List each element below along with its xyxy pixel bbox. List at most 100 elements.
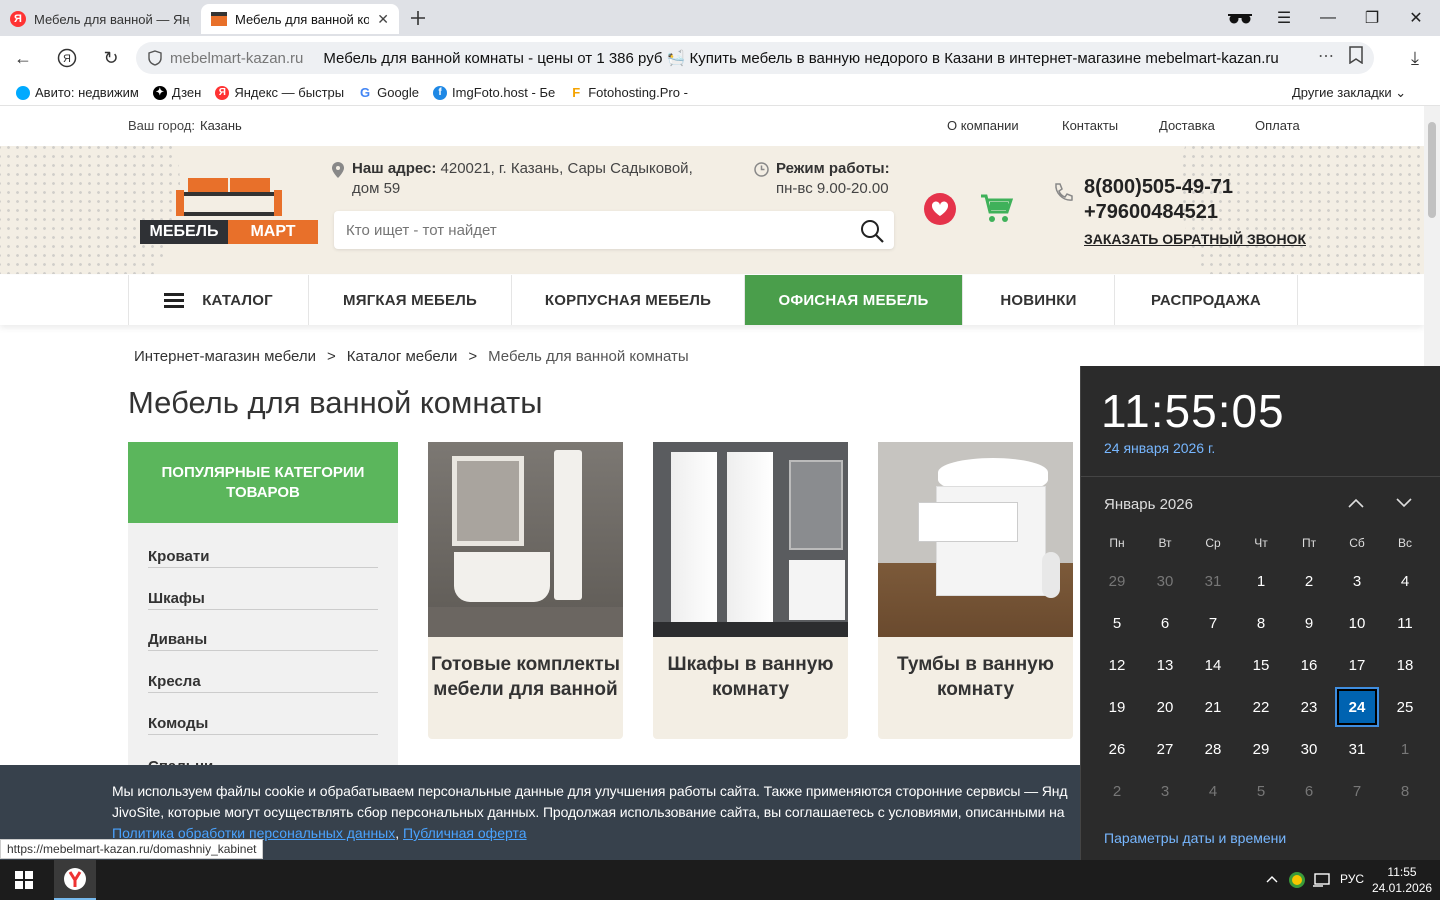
language-indicator[interactable]: РУС — [1340, 872, 1364, 886]
incognito-icon[interactable] — [1218, 0, 1262, 36]
calendar-day[interactable]: 3 — [1145, 773, 1185, 809]
calendar-day[interactable]: 30 — [1289, 731, 1329, 767]
phone-1[interactable]: 8(800)505-49-71 — [1084, 175, 1233, 200]
public-offer-link[interactable]: Публичная оферта — [403, 825, 527, 841]
calendar-day[interactable]: 23 — [1289, 689, 1329, 725]
calendar-day[interactable]: 15 — [1241, 647, 1281, 683]
calendar-day[interactable]: 1 — [1241, 563, 1281, 599]
bookmark-imgfoto[interactable]: f ImgFoto.host - Бе — [433, 85, 555, 100]
link-payment[interactable]: Оплата — [1255, 118, 1300, 133]
reload-button[interactable]: ↻ — [96, 44, 126, 72]
bookmark-google[interactable]: G Google — [358, 85, 419, 100]
sidebar-item-sofas[interactable]: Диваны — [148, 621, 378, 651]
yandex-home-button[interactable]: Я — [52, 44, 82, 72]
category-card[interactable]: Готовые комплекты мебели для ванной — [428, 442, 623, 739]
calendar-day[interactable]: 28 — [1193, 731, 1233, 767]
tray-chevron-up-icon[interactable] — [1266, 875, 1278, 883]
sidebar-item-armchairs[interactable]: Кресла — [148, 663, 378, 693]
bookmark-yandex[interactable]: Я Яндекс — быстры — [215, 85, 344, 100]
nav-cabinet-furniture[interactable]: КОРПУСНАЯ МЕБЕЛЬ — [511, 275, 744, 325]
nav-new[interactable]: НОВИНКИ — [962, 275, 1114, 325]
url-field[interactable]: mebelmart-kazan.ru Мебель для ванной ком… — [136, 42, 1374, 74]
bookmark-fotohosting[interactable]: F Fotohosting.Pro - — [569, 85, 688, 100]
network-icon[interactable] — [1312, 872, 1330, 888]
sidebar-item-beds[interactable]: Кровати — [148, 538, 378, 568]
nav-catalog[interactable]: КАТАЛОГ — [128, 275, 308, 325]
calendar-day[interactable]: 22 — [1241, 689, 1281, 725]
tab-active[interactable]: Мебель для ванной ко ✕ — [201, 4, 399, 34]
calendar-day[interactable]: 30 — [1145, 563, 1185, 599]
calendar-day[interactable]: 14 — [1193, 647, 1233, 683]
calendar-day[interactable]: 2 — [1289, 563, 1329, 599]
callback-link[interactable]: ЗАКАЗАТЬ ОБРАТНЫЙ ЗВОНОК — [1084, 231, 1306, 247]
calendar-day[interactable]: 31 — [1193, 563, 1233, 599]
calendar-day[interactable]: 2 — [1097, 773, 1137, 809]
calendar-day[interactable]: 3 — [1337, 563, 1377, 599]
calendar-day[interactable]: 6 — [1289, 773, 1329, 809]
calendar-day[interactable]: 8 — [1385, 773, 1425, 809]
search-input[interactable] — [334, 211, 844, 249]
nav-soft-furniture[interactable]: МЯГКАЯ МЕБЕЛЬ — [308, 275, 511, 325]
cart-icon[interactable] — [980, 194, 1014, 224]
calendar-day[interactable]: 8 — [1241, 605, 1281, 641]
calendar-day[interactable]: 4 — [1193, 773, 1233, 809]
calendar-day[interactable]: 6 — [1145, 605, 1185, 641]
close-tab-icon[interactable]: ✕ — [377, 11, 389, 28]
calendar-day[interactable]: 11 — [1385, 605, 1425, 641]
calendar-day[interactable]: 7 — [1337, 773, 1377, 809]
minimize-button[interactable]: — — [1306, 0, 1350, 36]
chevron-up-icon[interactable] — [1347, 497, 1365, 509]
link-about[interactable]: О компании — [947, 118, 1019, 133]
calendar-day[interactable]: 17 — [1337, 647, 1377, 683]
date-time-settings-link[interactable]: Параметры даты и времени — [1104, 830, 1286, 846]
tab-yandex[interactable]: Я Мебель для ванной — Янд — [0, 4, 200, 34]
sidebar-item-wardrobes[interactable]: Шкафы — [148, 580, 378, 610]
bookmark-icon[interactable] — [1348, 46, 1364, 69]
calendar-day[interactable]: 18 — [1385, 647, 1425, 683]
calendar-day[interactable]: 9 — [1289, 605, 1329, 641]
phone-2[interactable]: +79600484521 — [1084, 200, 1233, 225]
other-bookmarks[interactable]: Другие закладки ⌄ — [1292, 85, 1406, 101]
breadcrumb-home[interactable]: Интернет-магазин мебели — [134, 348, 316, 365]
scrollbar-thumb[interactable] — [1428, 122, 1436, 218]
calendar-day[interactable]: 10 — [1337, 605, 1377, 641]
category-card[interactable]: Тумбы в ванную комнату — [878, 442, 1073, 739]
start-button[interactable] — [0, 860, 48, 900]
breadcrumb-catalog[interactable]: Каталог мебели — [347, 348, 458, 365]
calendar-day[interactable]: 7 — [1193, 605, 1233, 641]
calendar-day[interactable]: 20 — [1145, 689, 1185, 725]
menu-icon[interactable]: ☰ — [1262, 0, 1306, 36]
calendar-day[interactable]: 4 — [1385, 563, 1425, 599]
bookmark-avito[interactable]: Авито: недвижим — [16, 85, 139, 100]
close-window-button[interactable]: ✕ — [1394, 0, 1438, 36]
category-card[interactable]: Шкафы в ванную комнату — [653, 442, 848, 739]
calendar-day[interactable]: 12 — [1097, 647, 1137, 683]
calendar-day[interactable]: 21 — [1193, 689, 1233, 725]
flyout-date[interactable]: 24 января 2026 г. — [1104, 440, 1215, 456]
taskbar-yandex-browser[interactable] — [54, 860, 96, 900]
nav-office-furniture[interactable]: ОФИСНАЯ МЕБЕЛЬ — [744, 275, 962, 325]
calendar-day[interactable]: 1 — [1385, 731, 1425, 767]
favorites-button[interactable] — [924, 193, 956, 225]
chevron-down-icon[interactable] — [1395, 497, 1413, 509]
restore-button[interactable]: ❐ — [1350, 0, 1394, 36]
back-button[interactable]: ← — [8, 44, 38, 72]
phone-numbers[interactable]: 8(800)505-49-71 +79600484521 — [1084, 175, 1233, 225]
calendar-day[interactable]: 5 — [1097, 605, 1137, 641]
calendar-day[interactable]: 29 — [1097, 563, 1137, 599]
site-logo[interactable]: МЕБЕЛЬ МАРТ — [140, 176, 318, 244]
taskbar-clock[interactable]: 11:55 24.01.2026 — [1372, 864, 1432, 896]
calendar-day[interactable]: 13 — [1145, 647, 1185, 683]
new-tab-button[interactable] — [396, 0, 440, 36]
link-contacts[interactable]: Контакты — [1062, 118, 1118, 133]
calendar-day[interactable]: 19 — [1097, 689, 1137, 725]
calendar-day[interactable]: 25 — [1385, 689, 1425, 725]
sidebar-item-dressers[interactable]: Комоды — [148, 705, 378, 735]
more-icon[interactable]: ⋯ — [1318, 46, 1334, 66]
calendar-day[interactable]: 26 — [1097, 731, 1137, 767]
search-icon[interactable] — [860, 219, 884, 243]
calendar-day-selected[interactable]: 24 — [1335, 687, 1379, 727]
bookmark-dzen[interactable]: ✦ Дзен — [152, 85, 201, 100]
calendar-month[interactable]: Январь 2026 — [1104, 496, 1193, 513]
link-delivery[interactable]: Доставка — [1159, 118, 1215, 133]
